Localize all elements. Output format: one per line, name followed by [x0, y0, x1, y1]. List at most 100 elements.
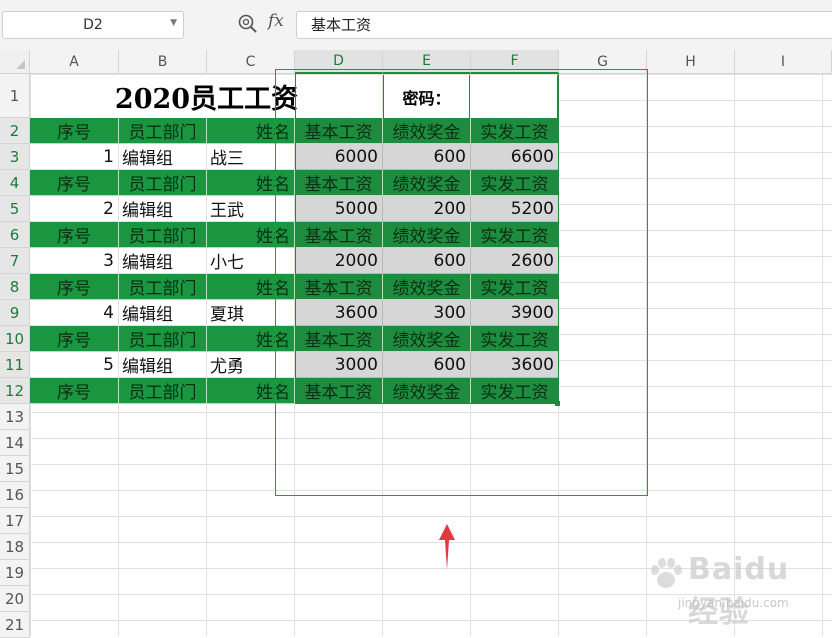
table-cell[interactable]: 编辑组	[119, 248, 207, 274]
table-cell[interactable]: 300	[383, 300, 471, 326]
row-header[interactable]: 7	[0, 248, 30, 274]
password-cell[interactable]	[470, 75, 558, 118]
table-cell[interactable]: 小七	[207, 248, 295, 274]
table-cell[interactable]: 王武	[207, 196, 295, 222]
table-cell[interactable]: 3900	[471, 300, 559, 326]
table-cell[interactable]: 5	[30, 352, 119, 378]
table-header-cell[interactable]: 姓名	[207, 222, 295, 248]
column-header[interactable]: B	[119, 50, 207, 74]
table-header-cell[interactable]: 序号	[30, 378, 119, 404]
column-header[interactable]: D	[295, 50, 383, 74]
table-header-cell[interactable]: 绩效奖金	[383, 118, 471, 144]
row-header[interactable]: 16	[0, 482, 30, 508]
table-header-cell[interactable]: 绩效奖金	[383, 222, 471, 248]
row-header[interactable]: 14	[0, 430, 30, 456]
table-cell[interactable]: 6600	[471, 144, 559, 170]
column-header[interactable]: A	[30, 50, 119, 74]
table-cell[interactable]: 夏琪	[207, 300, 295, 326]
table-cell[interactable]: 尤勇	[207, 352, 295, 378]
column-header[interactable]: E	[383, 50, 471, 74]
table-header-cell[interactable]: 序号	[30, 170, 119, 196]
table-header-cell[interactable]: 绩效奖金	[383, 274, 471, 300]
row-header[interactable]: 1	[0, 74, 30, 118]
password-label[interactable]: 密码：	[383, 75, 470, 118]
row-header[interactable]: 6	[0, 222, 30, 248]
row-header[interactable]: 20	[0, 586, 30, 612]
row-header[interactable]: 18	[0, 534, 30, 560]
row-header[interactable]: 19	[0, 560, 30, 586]
table-header-cell[interactable]: 基本工资	[295, 326, 383, 352]
column-header[interactable]: C	[207, 50, 295, 74]
name-box[interactable]: D2 ▼	[2, 11, 184, 39]
table-cell[interactable]: 编辑组	[119, 196, 207, 222]
table-header-cell[interactable]: 基本工资	[295, 378, 383, 404]
table-cell[interactable]: 600	[383, 248, 471, 274]
table-header-cell[interactable]: 实发工资	[471, 378, 559, 404]
zoom-search-icon[interactable]	[237, 13, 259, 35]
row-header[interactable]: 12	[0, 378, 30, 404]
table-header-cell[interactable]: 基本工资	[295, 222, 383, 248]
formula-input[interactable]: 基本工资	[296, 11, 832, 39]
table-cell[interactable]: 编辑组	[119, 300, 207, 326]
fx-icon[interactable]: fx	[268, 11, 284, 31]
table-header-cell[interactable]: 员工部门	[119, 118, 207, 144]
table-header-cell[interactable]: 基本工资	[295, 170, 383, 196]
table-header-cell[interactable]: 实发工资	[471, 274, 559, 300]
table-cell[interactable]: 编辑组	[119, 352, 207, 378]
table-header-cell[interactable]: 绩效奖金	[383, 326, 471, 352]
table-header-cell[interactable]: 实发工资	[471, 326, 559, 352]
table-header-cell[interactable]: 序号	[30, 222, 119, 248]
table-cell[interactable]: 5000	[295, 196, 383, 222]
row-header[interactable]: 4	[0, 170, 30, 196]
column-header[interactable]: F	[471, 50, 559, 74]
table-cell[interactable]: 2600	[471, 248, 559, 274]
chevron-down-icon[interactable]: ▼	[170, 18, 177, 28]
table-cell[interactable]: 3600	[471, 352, 559, 378]
table-header-cell[interactable]: 姓名	[207, 326, 295, 352]
column-header[interactable]: I	[735, 50, 832, 74]
table-header-cell[interactable]: 绩效奖金	[383, 378, 471, 404]
table-header-cell[interactable]: 姓名	[207, 170, 295, 196]
table-cell[interactable]: 1	[30, 144, 119, 170]
table-header-cell[interactable]: 姓名	[207, 378, 295, 404]
table-header-cell[interactable]: 实发工资	[471, 170, 559, 196]
row-header[interactable]: 15	[0, 456, 30, 482]
table-header-cell[interactable]: 实发工资	[471, 222, 559, 248]
row-header[interactable]: 2	[0, 118, 30, 144]
table-cell[interactable]: 2000	[295, 248, 383, 274]
row-header[interactable]: 9	[0, 300, 30, 326]
table-header-cell[interactable]: 基本工资	[295, 118, 383, 144]
table-cell[interactable]: 4	[30, 300, 119, 326]
table-header-cell[interactable]: 实发工资	[471, 118, 559, 144]
table-cell[interactable]: 战三	[207, 144, 295, 170]
row-header[interactable]: 3	[0, 144, 30, 170]
select-all-corner[interactable]	[0, 50, 30, 74]
table-cell[interactable]: 3000	[295, 352, 383, 378]
sheet-title[interactable]: 2020员工工资	[31, 75, 382, 118]
table-header-cell[interactable]: 序号	[30, 274, 119, 300]
table-cell[interactable]: 3600	[295, 300, 383, 326]
table-cell[interactable]: 6000	[295, 144, 383, 170]
table-header-cell[interactable]: 姓名	[207, 274, 295, 300]
table-cell[interactable]: 2	[30, 196, 119, 222]
row-header[interactable]: 5	[0, 196, 30, 222]
table-header-cell[interactable]: 员工部门	[119, 378, 207, 404]
table-cell[interactable]: 600	[383, 144, 471, 170]
table-cell[interactable]: 600	[383, 352, 471, 378]
row-header[interactable]: 8	[0, 274, 30, 300]
table-cell[interactable]: 5200	[471, 196, 559, 222]
row-header[interactable]: 10	[0, 326, 30, 352]
table-header-cell[interactable]: 绩效奖金	[383, 170, 471, 196]
row-header[interactable]: 13	[0, 404, 30, 430]
table-cell[interactable]: 3	[30, 248, 119, 274]
table-header-cell[interactable]: 基本工资	[295, 274, 383, 300]
row-header[interactable]: 17	[0, 508, 30, 534]
table-cell[interactable]: 编辑组	[119, 144, 207, 170]
table-header-cell[interactable]: 序号	[30, 118, 119, 144]
table-header-cell[interactable]: 员工部门	[119, 274, 207, 300]
column-header[interactable]: H	[647, 50, 735, 74]
column-header[interactable]: G	[559, 50, 647, 74]
table-header-cell[interactable]: 员工部门	[119, 222, 207, 248]
table-cell[interactable]: 200	[383, 196, 471, 222]
fill-handle[interactable]	[555, 401, 560, 406]
